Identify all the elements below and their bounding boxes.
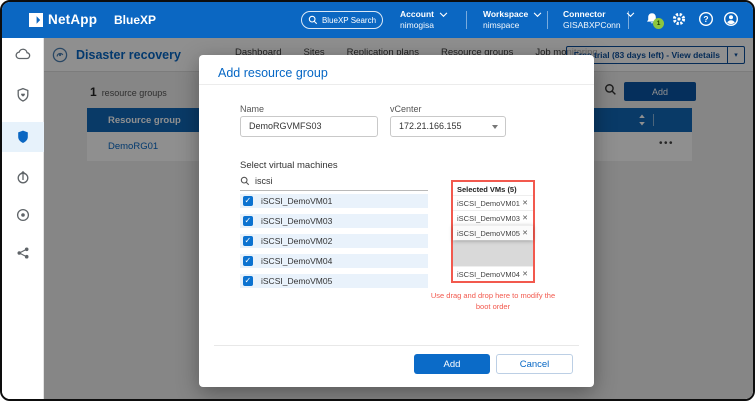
left-sidebar (2, 38, 44, 399)
checkbox-checked-icon[interactable] (243, 196, 253, 206)
dialog-title: Add resource group (218, 66, 328, 80)
footer-divider (214, 345, 579, 346)
name-label: Name (240, 104, 264, 114)
vm-option-row[interactable]: iSCSI_DemoVM01 (240, 194, 428, 208)
dialog-cancel-button[interactable]: Cancel (496, 354, 573, 374)
chevron-down-icon (533, 12, 542, 18)
vm-search-value: iscsi (255, 176, 273, 186)
cloud-icon[interactable] (15, 47, 31, 63)
app-window: NetApp BlueXP BlueXP Search Accountnimog… (0, 0, 755, 401)
add-resource-group-dialog: Add resource group Name DemoRGVMFS03 vCe… (199, 55, 594, 387)
remove-vm-icon[interactable] (522, 229, 528, 237)
name-field[interactable]: DemoRGVMFS03 (240, 116, 378, 137)
selected-vm-row[interactable]: iSCSI_DemoVM03 (453, 210, 533, 225)
svg-text:?: ? (703, 14, 708, 24)
selected-vm-name: iSCSI_DemoVM04 (457, 270, 520, 279)
connector-label: Connector (563, 9, 621, 20)
topbar-divider (628, 11, 629, 29)
chevron-down-icon (626, 12, 635, 18)
share-network-icon[interactable] (15, 245, 31, 261)
checkbox-checked-icon[interactable] (243, 236, 253, 246)
vcenter-value: 172.21.166.155 (399, 121, 462, 131)
vm-option-row[interactable]: iSCSI_DemoVM04 (240, 254, 428, 268)
vm-option-name: iSCSI_DemoVM03 (261, 216, 332, 226)
selected-vm-name: iSCSI_DemoVM05 (457, 229, 520, 238)
top-navigation-bar: NetApp BlueXP BlueXP Search Accountnimog… (2, 2, 753, 38)
vm-option-list: iSCSI_DemoVM01 iSCSI_DemoVM03 iSCSI_Demo… (240, 194, 428, 294)
connector-value: GISABXPConn (563, 20, 621, 31)
selected-vms-panel: Selected VMs (5) iSCSI_DemoVM01 iSCSI_De… (451, 180, 535, 283)
vm-option-row[interactable]: iSCSI_DemoVM03 (240, 214, 428, 228)
vm-search-input[interactable]: iscsi (240, 176, 428, 191)
settings-gear-icon[interactable] (671, 11, 687, 27)
netapp-logo-icon (29, 13, 43, 27)
vcenter-label: vCenter (390, 104, 422, 114)
selected-vms-title: Selected VMs (5) (453, 182, 533, 195)
restore-arrow-icon[interactable] (15, 169, 31, 185)
topbar-divider (547, 11, 548, 29)
vcenter-select[interactable]: 172.21.166.155 (390, 116, 506, 137)
help-icon[interactable]: ? (698, 11, 714, 27)
remove-vm-icon[interactable] (522, 214, 528, 222)
search-icon (240, 176, 250, 186)
select-vms-label: Select virtual machines (240, 160, 338, 171)
product-name: BlueXP (114, 13, 156, 27)
selected-vm-row[interactable]: iSCSI_DemoVM04 (453, 266, 533, 281)
selected-vms-list: iSCSI_DemoVM01 iSCSI_DemoVM03 iSCSI_Demo… (453, 195, 533, 281)
account-menu[interactable]: Accountnimogisa (400, 9, 448, 30)
chevron-down-icon (439, 12, 448, 18)
workspace-value: nimspace (483, 20, 528, 31)
selected-vm-row[interactable]: iSCSI_DemoVM05 (453, 225, 533, 240)
connector-menu[interactable]: ConnectorGISABXPConn (563, 9, 635, 30)
workspace-label: Workspace (483, 9, 528, 20)
vm-option-name: iSCSI_DemoVM01 (261, 196, 332, 206)
vm-option-name: iSCSI_DemoVM05 (261, 276, 332, 286)
checkbox-checked-icon[interactable] (243, 216, 253, 226)
vm-option-row[interactable]: iSCSI_DemoVM02 (240, 234, 428, 248)
selected-vm-name: iSCSI_DemoVM03 (457, 214, 520, 223)
selected-vm-row[interactable] (453, 240, 533, 266)
shield-heart-icon[interactable] (15, 87, 31, 103)
account-value: nimogisa (400, 20, 434, 31)
selected-vm-name: iSCSI_DemoVM01 (457, 199, 520, 208)
bluexp-search-button[interactable]: BlueXP Search (301, 11, 383, 29)
dialog-add-button[interactable]: Add (414, 354, 490, 374)
search-label: BlueXP Search (322, 16, 376, 25)
selected-vm-row[interactable]: iSCSI_DemoVM01 (453, 195, 533, 210)
user-account-icon[interactable] (723, 11, 739, 27)
vm-option-row[interactable]: iSCSI_DemoVM05 (240, 274, 428, 288)
search-icon (308, 15, 318, 25)
boot-order-hint: Use drag and drop here to modify the boo… (429, 291, 557, 312)
checkbox-checked-icon[interactable] (243, 256, 253, 266)
chevron-down-icon (492, 125, 498, 129)
remove-vm-icon[interactable] (522, 270, 528, 278)
topbar-divider (466, 11, 467, 29)
vm-option-name: iSCSI_DemoVM04 (261, 256, 332, 266)
brand-name: NetApp (48, 12, 97, 27)
dialog-divider (199, 84, 594, 85)
account-label: Account (400, 9, 434, 20)
protection-shield-icon[interactable] (15, 129, 31, 145)
target-icon[interactable] (15, 207, 31, 223)
remove-vm-icon[interactable] (522, 199, 528, 207)
workspace-menu[interactable]: Workspacenimspace (483, 9, 542, 30)
notification-count-badge: 1 (653, 18, 664, 29)
vm-option-name: iSCSI_DemoVM02 (261, 236, 332, 246)
checkbox-checked-icon[interactable] (243, 276, 253, 286)
